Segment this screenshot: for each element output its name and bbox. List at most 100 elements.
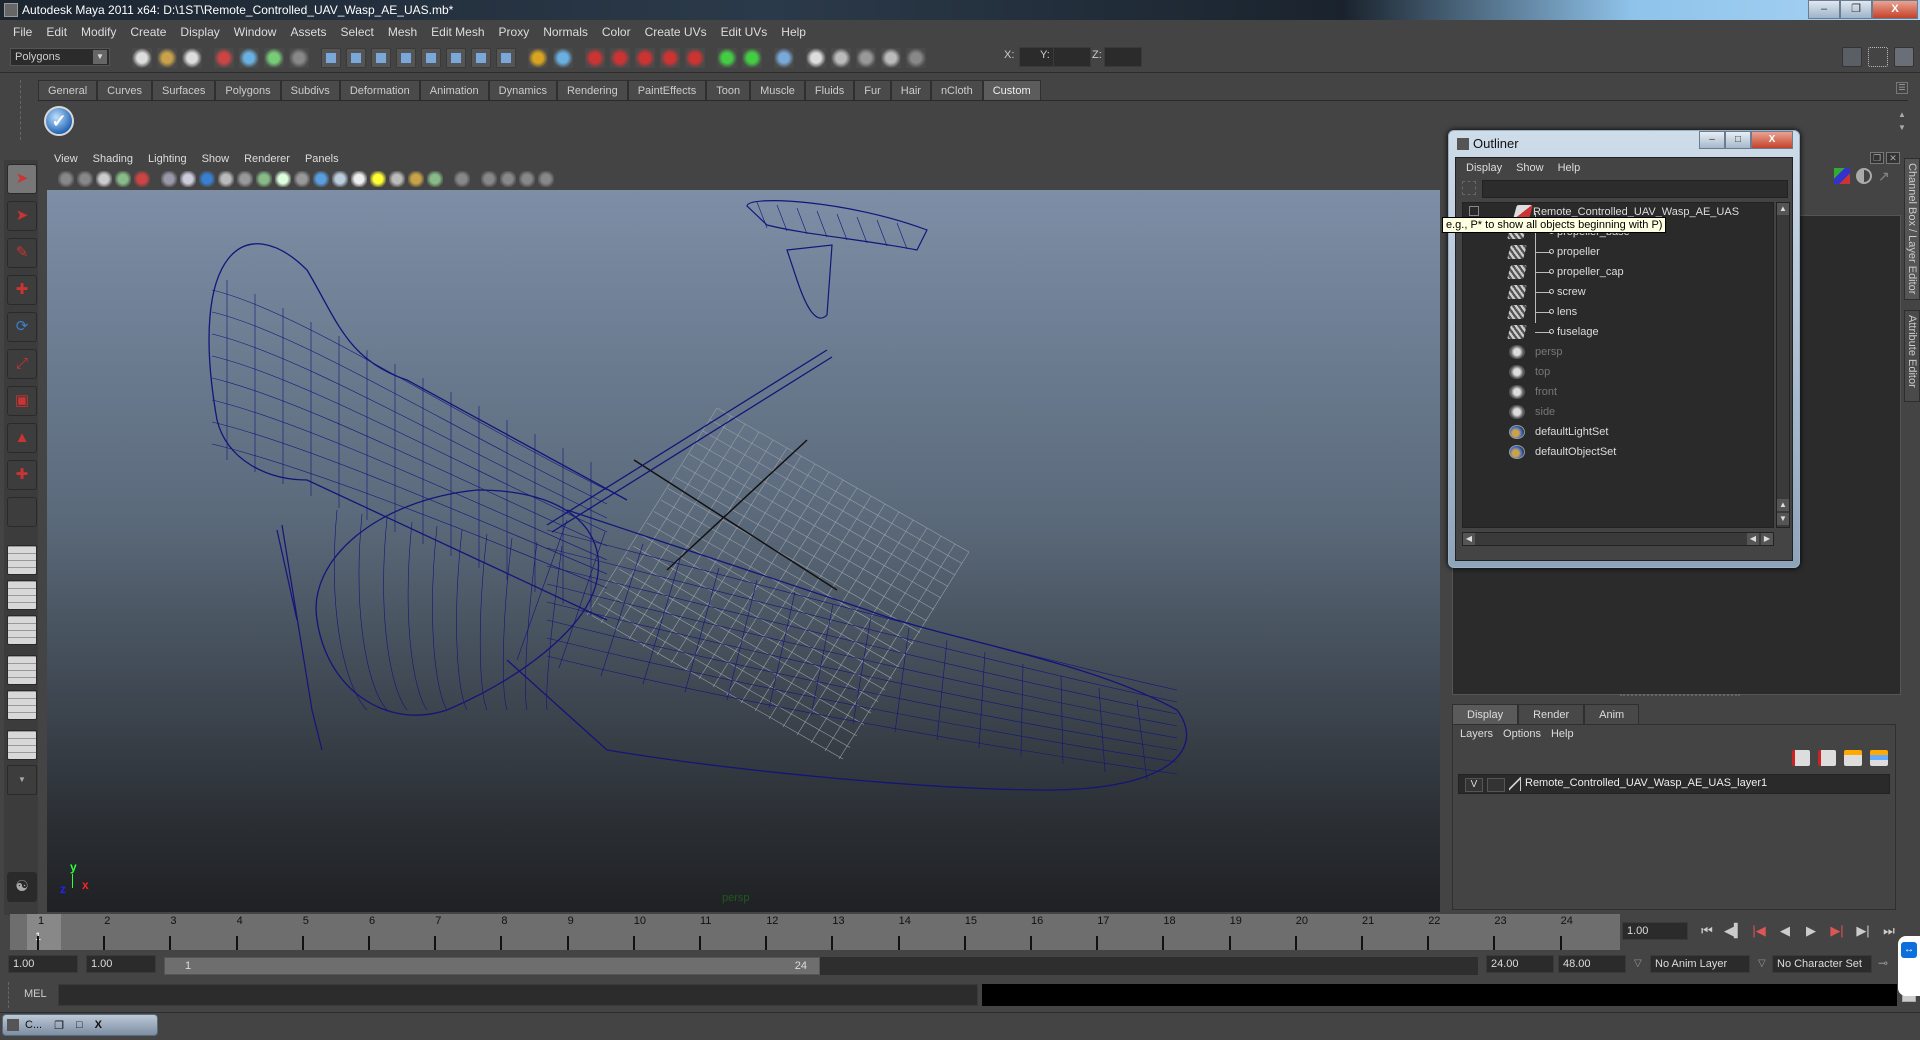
menu-edit[interactable]: Edit: [39, 25, 74, 39]
shelf-menu-icon[interactable]: ☰: [1896, 82, 1908, 94]
outliner-item[interactable]: top: [1463, 362, 1773, 382]
grid-icon[interactable]: [161, 171, 177, 187]
joint-icon[interactable]: [346, 48, 366, 68]
channel-box-toggle-icon[interactable]: [1894, 47, 1914, 67]
smooth-shade-all-icon[interactable]: [313, 171, 329, 187]
move-layer-up-icon[interactable]: [1792, 750, 1810, 766]
outliner-item[interactable]: propeller_cap: [1463, 262, 1773, 282]
minimized-window[interactable]: C... ❐ □ X: [2, 1014, 158, 1036]
persp-graph-hypergraph-layout-icon[interactable]: [7, 730, 37, 760]
layout-more-layout-icon[interactable]: ▼: [7, 765, 37, 795]
layer-menu-help[interactable]: Help: [1551, 728, 1584, 740]
surface-icon[interactable]: [396, 48, 416, 68]
make-live-icon[interactable]: [685, 48, 705, 68]
close-panel-icon[interactable]: ✕: [1886, 152, 1900, 164]
filter-toggle-icon[interactable]: [1462, 181, 1476, 195]
shelf-tab-toon[interactable]: Toon: [706, 80, 751, 100]
field-chart-icon[interactable]: [237, 171, 253, 187]
rotate-tool-icon[interactable]: ⟳: [7, 312, 37, 342]
panel-splitter-handle[interactable]: [1620, 694, 1740, 698]
panel-menu-show[interactable]: Show: [196, 150, 239, 168]
speed-icon[interactable]: [1856, 168, 1872, 184]
menu-color[interactable]: Color: [595, 25, 638, 39]
highlight-selection-icon[interactable]: [553, 48, 573, 68]
check-icon[interactable]: ✓: [44, 106, 74, 136]
layer-color-swatch[interactable]: [1509, 777, 1521, 791]
construction-history-icon[interactable]: [774, 48, 794, 68]
range-slider-handle[interactable]: 1 24: [164, 957, 820, 975]
safe-action-icon[interactable]: [256, 171, 272, 187]
scroll-left-icon[interactable]: ◀: [1747, 533, 1759, 545]
minimize-button[interactable]: –: [1808, 0, 1840, 19]
step-back-key-icon[interactable]: |◀: [1750, 922, 1768, 940]
universal-manipulator-icon[interactable]: ▣: [7, 386, 37, 416]
menu-create-uvs[interactable]: Create UVs: [638, 25, 714, 39]
float-panel-icon[interactable]: ❐: [1870, 152, 1884, 164]
menu-normals[interactable]: Normals: [536, 25, 595, 39]
menu-modify[interactable]: Modify: [74, 25, 123, 39]
paint-select-tool-icon[interactable]: ✎: [7, 238, 37, 268]
outliner-item[interactable]: persp: [1463, 342, 1773, 362]
shelf-tab-dynamics[interactable]: Dynamics: [488, 80, 557, 100]
scroll-up-icon[interactable]: ▲: [1777, 203, 1789, 215]
scroll-right-icon[interactable]: ▶: [1761, 533, 1773, 545]
animation-start-field[interactable]: [8, 955, 78, 973]
new-layer-selected-icon[interactable]: [1870, 750, 1888, 766]
outliner-item[interactable]: defaultObjectSet: [1463, 442, 1773, 462]
render-view-icon[interactable]: [806, 48, 826, 68]
animation-end-field[interactable]: [1558, 955, 1626, 973]
move-layer-down-icon[interactable]: [1818, 750, 1836, 766]
panel-menu-view[interactable]: View: [48, 150, 87, 168]
layer-template-toggle[interactable]: [1487, 778, 1505, 792]
menu-set-dropdown[interactable]: Polygons ▼: [10, 48, 110, 66]
attribute-editor-toggle-icon[interactable]: [1842, 47, 1862, 67]
scroll-up-icon[interactable]: ▲: [1777, 499, 1789, 511]
layer-row[interactable]: V Remote_Controlled_UAV_Wasp_AE_UAS_laye…: [1458, 774, 1890, 794]
menu-file[interactable]: File: [6, 25, 39, 39]
panel-menu-panels[interactable]: Panels: [299, 150, 348, 168]
shelf-tab-deformation[interactable]: Deformation: [339, 80, 420, 100]
go-to-start-icon[interactable]: ⏮: [1698, 922, 1716, 940]
close-icon[interactable]: X: [89, 1019, 108, 1031]
outliner-menu-display[interactable]: Display: [1462, 162, 1512, 174]
shelf-tab-muscle[interactable]: Muscle: [750, 80, 805, 100]
shelf-scroll-icon[interactable]: ▲ ▼: [1896, 108, 1908, 136]
hypershade-persp-layout-icon[interactable]: [7, 690, 37, 720]
maximize-icon[interactable]: □: [70, 1019, 89, 1031]
output-ops-icon[interactable]: [742, 48, 762, 68]
persp-outliner-layout-icon[interactable]: [7, 615, 37, 645]
single-perspective-layout-icon[interactable]: [7, 545, 37, 575]
scale-tool-icon[interactable]: ⤢: [7, 349, 37, 379]
show-hierarchy-icon[interactable]: [538, 171, 554, 187]
select-tool-icon[interactable]: ➤: [7, 164, 37, 194]
outliner-item[interactable]: fuselage: [1463, 322, 1773, 342]
rendering-icon[interactable]: [471, 48, 491, 68]
character-set-dropdown[interactable]: No Character Set: [1772, 955, 1872, 973]
playback-start-field[interactable]: [86, 955, 156, 973]
step-back-frame-icon[interactable]: ◀▍: [1724, 922, 1744, 940]
misc-icon[interactable]: [496, 48, 516, 68]
outliner-vertical-scrollbar[interactable]: ▲ ▲ ▼: [1776, 202, 1790, 528]
key-icon[interactable]: ⊸: [1878, 956, 1888, 970]
dynamics-icon[interactable]: [446, 48, 466, 68]
four-view-layout-icon[interactable]: [7, 580, 37, 610]
menu-assets[interactable]: Assets: [283, 25, 333, 39]
snap-grid-icon[interactable]: [585, 48, 605, 68]
menu-edit-mesh[interactable]: Edit Mesh: [424, 25, 491, 39]
outliner-close-button[interactable]: X: [1751, 131, 1793, 149]
layer-menu-layers[interactable]: Layers: [1460, 728, 1503, 740]
z-input[interactable]: [1104, 47, 1142, 67]
resolution-gate-icon[interactable]: [199, 171, 215, 187]
shelf-tab-curves[interactable]: Curves: [97, 80, 152, 100]
xray-icon[interactable]: [370, 171, 386, 187]
command-language-label[interactable]: MEL: [24, 988, 47, 1000]
outliner-item[interactable]: front: [1463, 382, 1773, 402]
outliner-horizontal-scrollbar[interactable]: ◀ ◀ ▶: [1462, 532, 1774, 546]
panel-menu-shading[interactable]: Shading: [87, 150, 142, 168]
textured-icon[interactable]: [408, 171, 424, 187]
menu-mesh[interactable]: Mesh: [381, 25, 424, 39]
wireframe-on-shaded-icon[interactable]: [351, 171, 367, 187]
anim-layer-dropdown[interactable]: No Anim Layer: [1650, 955, 1750, 973]
snap-view-plane-icon[interactable]: [660, 48, 680, 68]
new-empty-layer-icon[interactable]: [1844, 750, 1862, 766]
